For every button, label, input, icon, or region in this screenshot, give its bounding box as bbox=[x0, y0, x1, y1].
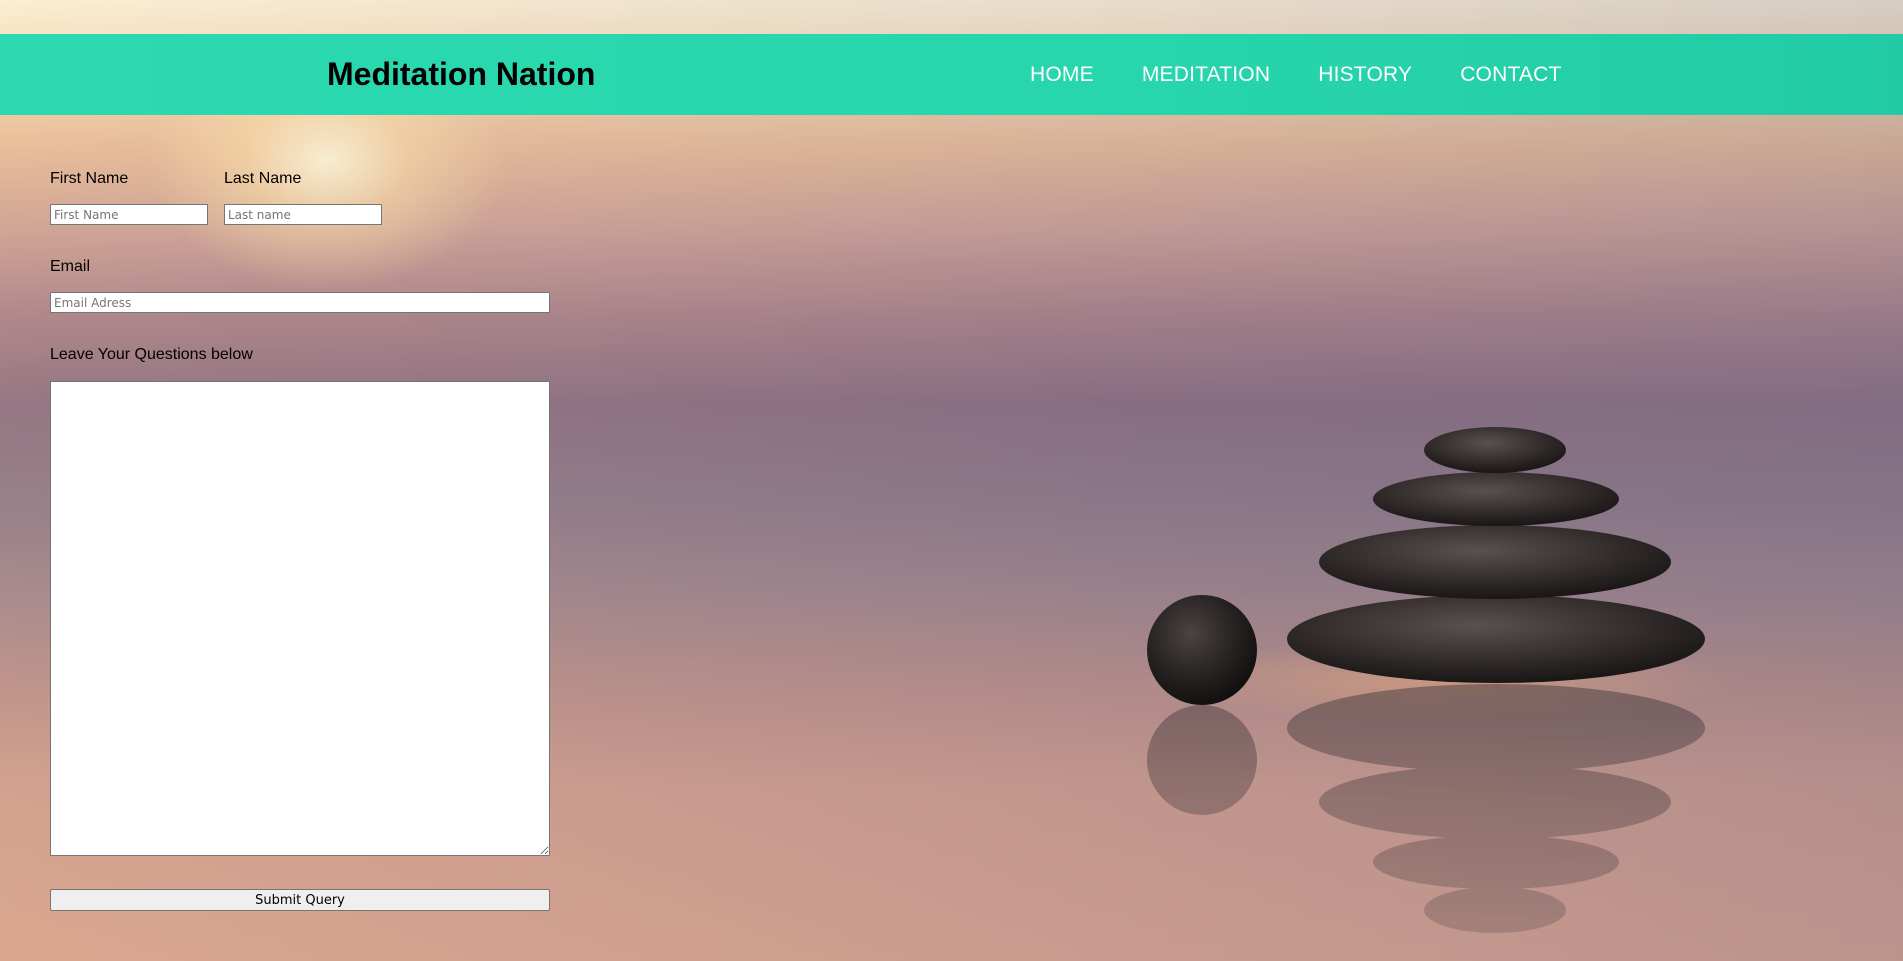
stones-illustration bbox=[1140, 427, 1740, 933]
stone-upper bbox=[1373, 472, 1619, 526]
site-title: Meditation Nation bbox=[327, 56, 596, 92]
nav-item-meditation: MEDITATION bbox=[1142, 63, 1270, 87]
stone-ball bbox=[1147, 595, 1257, 705]
header-bar: Meditation Nation HOME MEDITATION HISTOR… bbox=[0, 34, 1903, 115]
first-name-input[interactable] bbox=[50, 204, 208, 225]
nav-link-contact[interactable]: CONTACT bbox=[1460, 63, 1561, 87]
nav-link-history[interactable]: HISTORY bbox=[1318, 63, 1412, 87]
first-name-label: First Name bbox=[50, 170, 129, 187]
submit-button[interactable]: Submit Query bbox=[50, 889, 550, 911]
nav-item-home: HOME bbox=[1030, 63, 1094, 87]
page: Meditation Nation HOME MEDITATION HISTOR… bbox=[0, 0, 1903, 961]
last-name-input[interactable] bbox=[224, 204, 382, 225]
stone-stack bbox=[1287, 427, 1705, 683]
nav-link-home[interactable]: HOME bbox=[1030, 63, 1094, 87]
last-name-label: Last Name bbox=[224, 170, 302, 187]
stone-top bbox=[1424, 427, 1566, 473]
stone-bottom bbox=[1287, 595, 1705, 683]
main-nav: HOME MEDITATION HISTORY CONTACT bbox=[1030, 34, 1562, 115]
nav-item-contact: CONTACT bbox=[1460, 63, 1561, 87]
email-label: Email bbox=[50, 258, 91, 275]
stone-middle bbox=[1319, 525, 1671, 599]
questions-textarea[interactable] bbox=[50, 381, 550, 856]
email-input[interactable] bbox=[50, 292, 550, 313]
nav-link-meditation[interactable]: MEDITATION bbox=[1142, 63, 1270, 87]
stones-reflection bbox=[1147, 684, 1705, 933]
questions-label: Leave Your Questions below bbox=[50, 346, 253, 363]
nav-item-history: HISTORY bbox=[1318, 63, 1412, 87]
